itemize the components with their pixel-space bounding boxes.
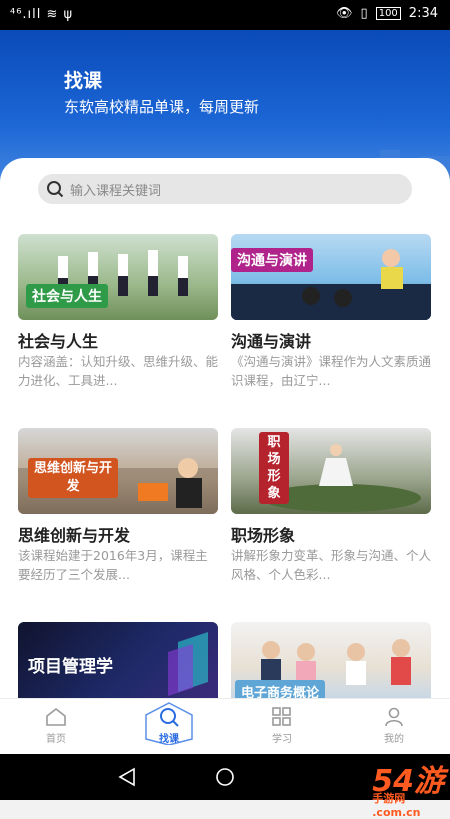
- tab-study[interactable]: 学习: [242, 707, 322, 745]
- home-button-icon: [216, 768, 234, 786]
- course-thumbnail: 社会与人生: [18, 234, 218, 320]
- course-tag: 项目管理学: [28, 657, 113, 677]
- battery-icon: 100: [375, 7, 401, 20]
- grid-icon: [272, 707, 291, 726]
- course-card[interactable]: 职场形象 职场形象 讲解形象力变革、形象与沟通、个人风格、个人色彩...: [231, 428, 431, 584]
- tab-label: 找课: [159, 734, 179, 745]
- course-tag: 社会与人生: [26, 284, 108, 308]
- course-description: 该课程始建于2016年3月，课程主要经历了三个发展...: [18, 548, 208, 582]
- course-card[interactable]: 沟通与演讲 沟通与演讲 《沟通与演讲》课程作为人文素质通识课程，由辽宁...: [231, 234, 431, 390]
- course-tag: 沟通与演讲: [231, 248, 313, 272]
- home-icon: [46, 707, 66, 726]
- course-thumbnail: 沟通与演讲: [231, 234, 431, 320]
- course-title: 社会与人生: [18, 332, 99, 351]
- tab-label: 首页: [46, 734, 66, 745]
- course-title: 职场形象: [231, 526, 296, 545]
- watermark-logo: 54游 手游网 .com.cn: [372, 764, 444, 819]
- tab-find-course[interactable]: 找课: [129, 702, 209, 745]
- clock: 2:34: [408, 6, 438, 21]
- course-title: 思维创新与开发: [18, 526, 131, 545]
- person-icon: [385, 707, 403, 727]
- course-tag: 思维创新与开发: [28, 458, 118, 498]
- search-input[interactable]: 输入课程关键词: [38, 174, 412, 204]
- search-icon: [160, 708, 179, 727]
- course-thumbnail: 思维创新与开发: [18, 428, 218, 514]
- bottom-tab-bar: 首页 找课 学习 我的: [0, 698, 450, 755]
- course-thumbnail: 电子商务概论: [231, 622, 431, 698]
- course-card[interactable]: 项目管理学: [18, 622, 218, 698]
- course-description: 讲解形象力变革、形象与沟通、个人风格、个人色彩...: [231, 548, 431, 582]
- status-bar: ⁴⁶.ıll ≋ ψ 👁 ▯ 100 2:34: [0, 0, 450, 30]
- course-title: 沟通与演讲: [231, 332, 312, 351]
- eye-icon: 👁: [336, 6, 353, 21]
- signal-icon: ⁴⁶.ıll ≋ ψ: [10, 7, 74, 22]
- course-thumbnail: 项目管理学: [18, 622, 218, 698]
- vibrate-icon: ▯: [360, 6, 368, 21]
- tab-mine[interactable]: 我的: [354, 707, 434, 745]
- tab-label: 学习: [272, 734, 292, 745]
- page-subtitle: 东软高校精品单课，每周更新: [64, 98, 260, 116]
- course-tag: 职场形象: [259, 432, 289, 504]
- course-tag: 电子商务概论: [235, 680, 326, 698]
- search-icon: [47, 181, 64, 198]
- course-card[interactable]: 社会与人生 社会与人生 内容涵盖：认知升级、思维升级、能力进化、工具进...: [18, 234, 218, 390]
- course-thumbnail: 职场形象: [231, 428, 431, 514]
- tab-home[interactable]: 首页: [16, 707, 96, 745]
- course-description: 内容涵盖：认知升级、思维升级、能力进化、工具进...: [18, 354, 218, 388]
- course-card[interactable]: 电子商务概论: [231, 622, 431, 698]
- course-description: 《沟通与演讲》课程作为人文素质通识课程，由辽宁...: [231, 354, 431, 388]
- tab-label: 我的: [384, 734, 404, 745]
- page-title: 找课: [64, 70, 103, 92]
- search-placeholder: 输入课程关键词: [70, 184, 162, 199]
- back-icon: [118, 767, 135, 787]
- course-card[interactable]: 思维创新与开发 思维创新与开发 该课程始建于2016年3月，课程主要经历了三个发…: [18, 428, 218, 584]
